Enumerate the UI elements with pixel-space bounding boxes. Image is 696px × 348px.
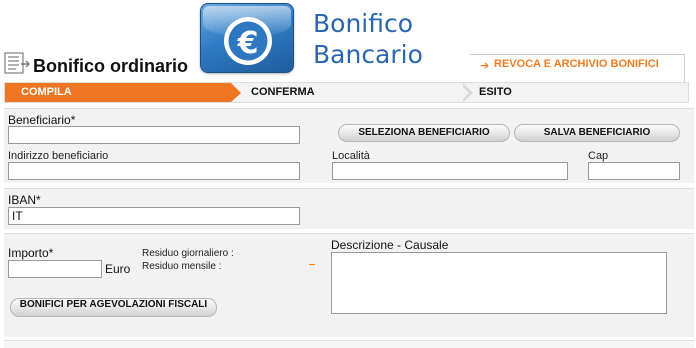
monthly-residual-label: Residuo mensile : <box>142 261 222 272</box>
zip-label: Cap <box>588 150 609 162</box>
next-panel <box>4 340 694 348</box>
logo-line-1: Bonifico <box>313 9 414 38</box>
form-edit-icon <box>4 52 30 74</box>
progress-steps: COMPILA CONFERMA ESITO <box>4 82 689 103</box>
city-input[interactable] <box>332 162 568 180</box>
city-label: Località <box>332 150 370 162</box>
header-divider-vertical <box>684 55 685 85</box>
residual-marker <box>309 264 315 265</box>
step-conferma: CONFERMA <box>251 86 315 98</box>
step-compila: COMPILA <box>5 83 241 102</box>
iban-label: IBAN* <box>8 193 41 207</box>
zip-input[interactable] <box>588 162 680 180</box>
page-title: Bonifico ordinario <box>33 56 188 76</box>
arrow-right-icon: ➔ <box>480 60 490 72</box>
iban-panel: IBAN* <box>4 188 694 229</box>
euro-icon: € <box>224 17 272 65</box>
header-divider <box>470 54 685 55</box>
euro-logo: € <box>200 3 294 73</box>
address-input[interactable] <box>8 162 300 180</box>
amount-panel: Importo* Euro Residuo giornaliero : Resi… <box>4 233 694 337</box>
amount-input[interactable] <box>8 260 102 278</box>
beneficiary-input[interactable] <box>8 126 300 144</box>
amount-label: Importo* <box>8 246 54 260</box>
logo-title: Bonifico Bancario <box>313 8 453 70</box>
beneficiary-panel: Beneficiario* SELEZIONA BENEFICIARIO SAL… <box>4 108 694 183</box>
daily-residual-label: Residuo giornaliero : <box>142 248 234 259</box>
euro-symbol: € <box>237 26 259 61</box>
tax-benefits-button[interactable]: BONIFICI PER AGEVOLAZIONI FISCALI <box>10 298 217 317</box>
logo-line-2: Bancario <box>313 40 423 69</box>
description-textarea[interactable] <box>331 252 667 314</box>
revoke-archive-label: REVOCA E ARCHIVIO BONIFICI <box>494 58 659 70</box>
step-esito: ESITO <box>479 86 512 98</box>
step-separator <box>461 83 473 102</box>
save-beneficiary-button[interactable]: SALVA BENEFICIARIO <box>514 124 680 142</box>
address-label: Indirizzo beneficiario <box>8 150 109 162</box>
currency-label: Euro <box>105 262 131 276</box>
revoke-archive-link[interactable]: ➔ REVOCA E ARCHIVIO BONIFICI <box>480 58 665 76</box>
beneficiary-label: Beneficiario* <box>8 113 76 127</box>
iban-input[interactable] <box>8 207 300 225</box>
description-label: Descrizione - Causale <box>331 238 449 252</box>
select-beneficiary-button[interactable]: SELEZIONA BENEFICIARIO <box>338 124 510 142</box>
